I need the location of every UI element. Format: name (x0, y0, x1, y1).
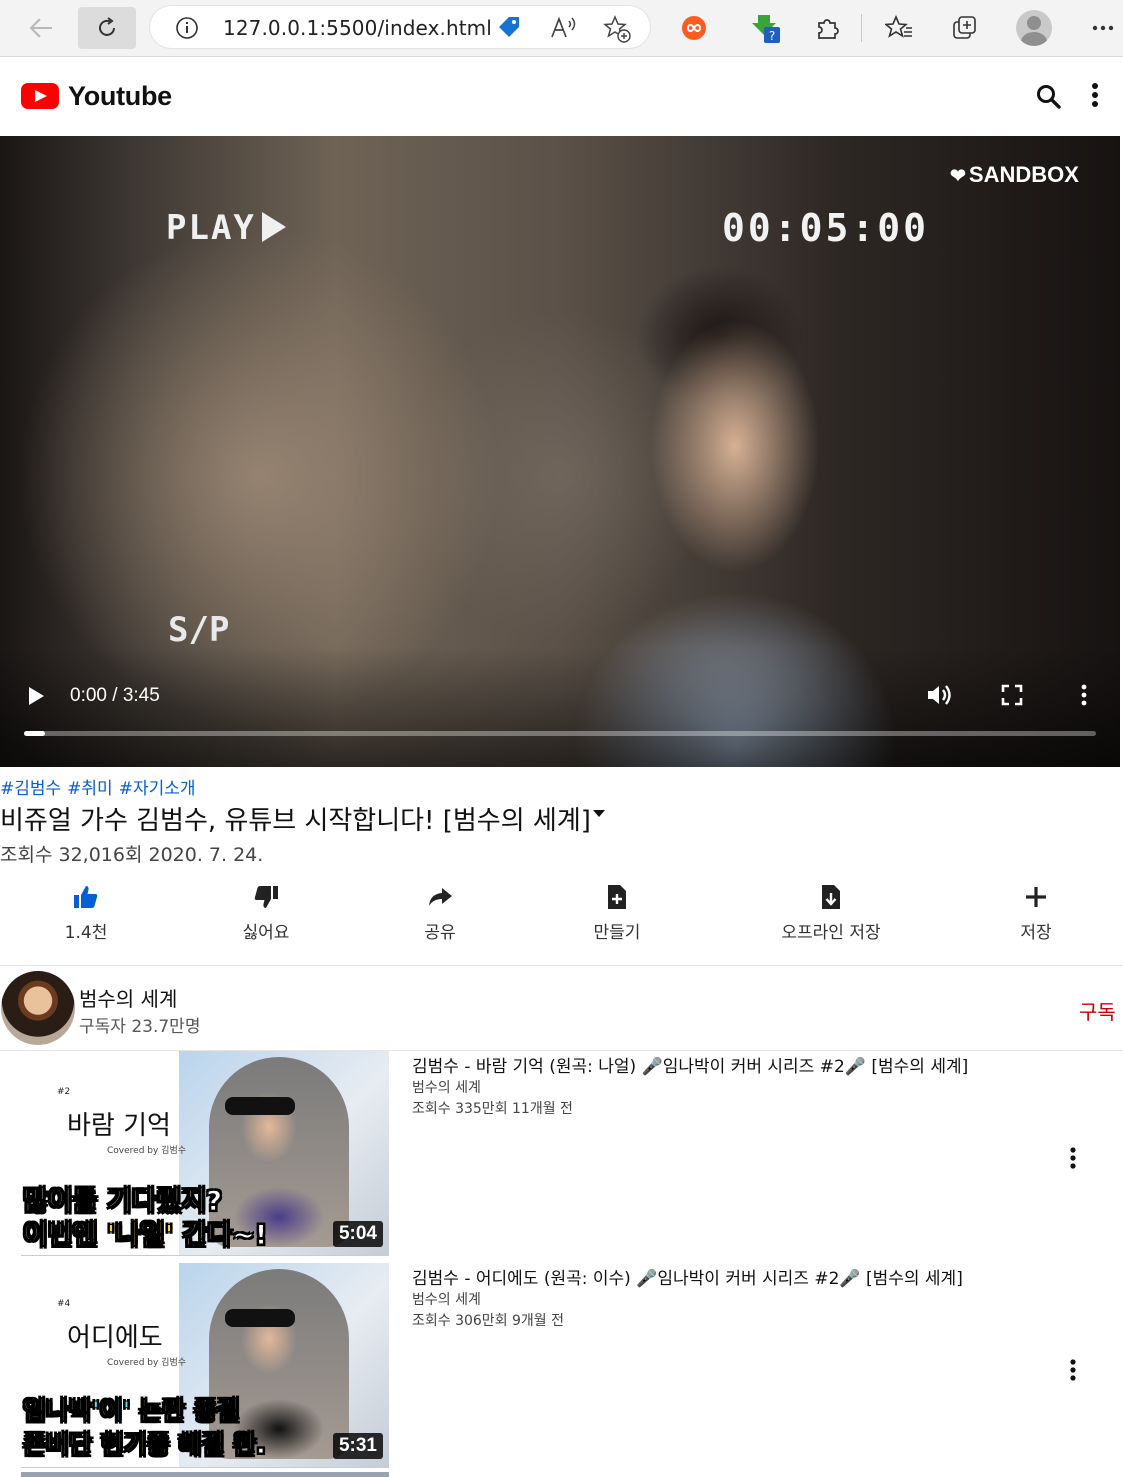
svg-text:?: ? (769, 29, 775, 43)
like-button[interactable]: 1.4천 (56, 880, 116, 943)
video-thumbnail[interactable]: #2 바람 기억 Covered by 김범수 많이들 기다렸지? 이번엔 '나… (21, 1051, 389, 1256)
youtube-logo-icon[interactable] (21, 83, 59, 109)
thumbnail-title: 어디에도 (67, 1323, 163, 1353)
create-button[interactable]: 만들기 (577, 880, 657, 943)
download-extension-icon[interactable]: ? (748, 9, 786, 47)
extensions-puzzle-icon[interactable] (808, 9, 846, 47)
video-time: 0:00 / 3:45 (70, 685, 160, 706)
subscriber-count: 구독자 23.7만명 (79, 1017, 201, 1037)
thumb-up-icon (73, 880, 99, 914)
infinity-extension-icon[interactable] (675, 9, 713, 47)
hashtag-link[interactable]: #자기소개 (119, 779, 196, 799)
back-button[interactable] (22, 9, 60, 47)
add-favorite-icon[interactable] (603, 15, 631, 47)
share-icon (427, 880, 453, 914)
related-video-meta: 조회수 335만회 11개월 전 (412, 1101, 573, 1117)
video-progress-bar[interactable] (24, 731, 1096, 736)
thumbnail-covered-by: Covered by 김범수 (107, 1358, 187, 1368)
play-icon[interactable] (29, 687, 44, 705)
browser-menu-icon[interactable] (1084, 9, 1122, 47)
fullscreen-icon[interactable] (1001, 684, 1023, 710)
sandbox-watermark: SANDBOX (950, 162, 1079, 188)
thumbnail-caption: 존버단 현기증 해결 완. (23, 1430, 267, 1460)
subscribe-button[interactable]: 구독 (1079, 996, 1116, 1025)
thumbnail-number: #4 (57, 1299, 71, 1309)
related-video-title[interactable]: 김범수 - 바람 기억 (원곡: 나얼) 🎤임나박이 커버 시리즈 #2🎤 [범… (412, 1052, 968, 1077)
next-thumbnail-edge (21, 1472, 389, 1477)
channel-avatar[interactable] (1, 971, 75, 1045)
duration-badge: 5:04 (332, 1221, 383, 1247)
save-button[interactable]: 저장 (1006, 880, 1066, 943)
duration-badge: 5:31 (332, 1433, 383, 1459)
video-more-icon[interactable] (1076, 684, 1092, 710)
thumbnail-covered-by: Covered by 김범수 (107, 1146, 187, 1156)
offline-save-button[interactable]: 오프라인 저장 (766, 880, 896, 943)
reload-button[interactable] (78, 7, 136, 49)
download-file-icon (821, 880, 841, 914)
reload-icon (99, 17, 115, 36)
video-thumbnail[interactable]: #4 어디에도 Covered by 김범수 임나박'이' 논란 종결 존버단 … (21, 1263, 389, 1468)
thumbnail-caption: 임나박'이' 논란 종결 (22, 1396, 240, 1426)
channel-name[interactable]: 범수의 세계 (79, 983, 177, 1012)
action-bar: 1.4천 싫어요 공유 만들기 오프라인 저장 저장 (0, 880, 1123, 966)
video-meta: 조회수 32,016회 2020. 7. 24. (0, 844, 264, 866)
list-item[interactable]: #4 어디에도 Covered by 김범수 임나박'이' 논란 종결 존버단 … (0, 1263, 1123, 1475)
vhs-timecode-overlay: 00:05:00 (722, 206, 930, 250)
volume-icon[interactable] (926, 683, 954, 711)
app-header: Youtube (0, 57, 1123, 136)
thumbnail-title: 바람 기억 (67, 1111, 171, 1141)
expand-caret-icon[interactable] (592, 810, 605, 817)
plus-icon (1024, 880, 1048, 914)
thumb-down-icon (253, 880, 279, 914)
search-icon[interactable] (1036, 84, 1062, 114)
item-more-icon[interactable] (1068, 1147, 1078, 1173)
url-text[interactable]: 127.0.0.1:5500/index.html (223, 16, 492, 40)
video-player[interactable]: PLAY 00:05:00 S/P SANDBOX 0:00 / 3:45 (0, 136, 1120, 767)
share-button[interactable]: 공유 (410, 880, 470, 943)
hashtag-link[interactable]: #김범수 (0, 779, 61, 799)
related-channel-name[interactable]: 범수의 세계 (412, 1289, 481, 1309)
thumbnail-caption: 이번엔 '나얼' 간다~! (23, 1220, 268, 1252)
video-progress-fill (24, 731, 46, 736)
thumbnail-sunglasses (225, 1097, 295, 1115)
favorites-icon[interactable] (880, 9, 918, 47)
profile-avatar-icon[interactable] (1016, 10, 1052, 46)
related-video-meta: 조회수 306만회 9개월 전 (412, 1313, 565, 1329)
vhs-play-overlay: PLAY (166, 208, 286, 248)
hashtag-link[interactable]: #취미 (67, 779, 113, 799)
more-vertical-icon[interactable] (1088, 82, 1102, 112)
browser-toolbar: 127.0.0.1:5500/index.html ? (0, 0, 1123, 57)
item-more-icon[interactable] (1068, 1359, 1078, 1385)
info-icon[interactable] (175, 16, 199, 44)
video-title[interactable]: 비쥬얼 가수 김범수, 유튜브 시작합니다! [범수의 세계] (0, 800, 605, 837)
tag-icon[interactable] (495, 15, 523, 45)
arrow-left-icon (29, 18, 52, 38)
create-file-icon (607, 880, 627, 914)
channel-bar: 범수의 세계 구독자 23.7만명 구독 (0, 966, 1123, 1051)
hashtags: #김범수 #취미 #자기소개 (0, 774, 202, 799)
thumbnail-sunglasses (225, 1309, 295, 1327)
related-channel-name[interactable]: 범수의 세계 (412, 1077, 481, 1097)
read-aloud-icon[interactable] (549, 15, 577, 45)
collections-icon[interactable] (946, 9, 984, 47)
list-item[interactable]: #2 바람 기억 Covered by 김범수 많이들 기다렸지? 이번엔 '나… (0, 1051, 1123, 1263)
dislike-button[interactable]: 싫어요 (226, 880, 306, 943)
thumbnail-number: #2 (57, 1087, 71, 1097)
vhs-sp-overlay: S/P (168, 610, 230, 650)
address-bar[interactable]: 127.0.0.1:5500/index.html (149, 5, 651, 49)
app-title[interactable]: Youtube (68, 81, 172, 112)
toolbar-separator (861, 14, 862, 42)
related-video-title[interactable]: 김범수 - 어디에도 (원곡: 이수) 🎤임나박이 커버 시리즈 #2🎤 [범수… (412, 1264, 963, 1289)
